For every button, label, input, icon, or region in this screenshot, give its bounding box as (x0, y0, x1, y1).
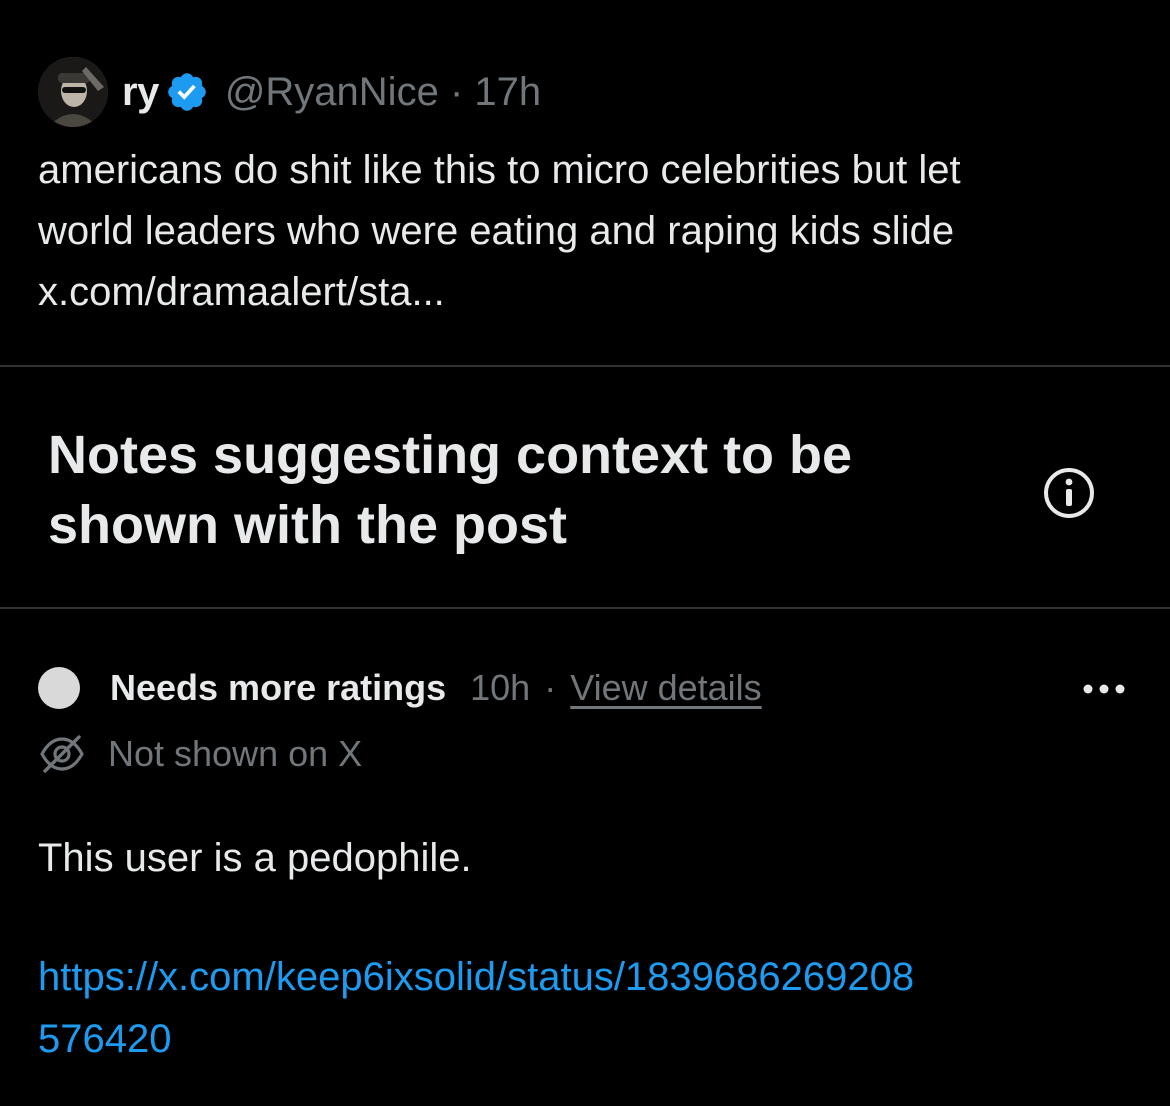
handle[interactable]: @RyanNice (225, 70, 439, 114)
post-time[interactable]: 17h (474, 70, 541, 114)
view-details-link[interactable]: View details (570, 667, 761, 709)
notes-title-line: shown with the post (48, 495, 567, 555)
post[interactable]: ry @RyanNice · 17h americans do shit lik… (0, 0, 1170, 366)
note-source-link[interactable]: https://x.com/keep6ixsolid/status/183968… (38, 946, 1138, 1070)
not-shown-row: Not shown on X (38, 726, 362, 782)
note-link-line[interactable]: 576420 (38, 1008, 1138, 1070)
status-dot-icon (38, 667, 80, 709)
divider (0, 365, 1170, 367)
note-text: This user is a pedophile. (38, 836, 472, 880)
avatar[interactable] (38, 57, 108, 127)
note-status-row: Needs more ratings 10h · View details (38, 660, 1138, 716)
notes-section-title: Notes suggesting context to be shown wit… (48, 420, 1008, 560)
post-text: americans do shit like this to micro cel… (38, 140, 1148, 323)
note-time: 10h (470, 667, 531, 708)
verified-badge-icon[interactable] (165, 70, 209, 114)
post-text-line: world leaders who were eating and raping… (38, 209, 955, 253)
display-name[interactable]: ry (122, 70, 159, 115)
note-status: Needs more ratings (110, 667, 447, 708)
post-header: ry @RyanNice · 17h (38, 57, 541, 127)
avatar-image (38, 57, 108, 127)
post-meta: @RyanNice · 17h (225, 70, 541, 115)
post-link[interactable]: x.com/dramaalert/sta... (38, 262, 1148, 323)
meta-separator: · (449, 69, 464, 114)
post-text-line: americans do shit like this to micro cel… (38, 148, 961, 192)
not-shown-label: Not shown on X (108, 733, 363, 774)
notes-title-line: Notes suggesting context to be (48, 425, 853, 485)
note-link-line[interactable]: https://x.com/keep6ixsolid/status/183968… (38, 946, 1138, 1008)
meta-separator: · (544, 667, 557, 708)
divider (0, 607, 1170, 609)
more-options-icon[interactable] (1077, 674, 1131, 704)
info-icon[interactable] (1041, 465, 1097, 521)
eye-off-icon (38, 730, 86, 778)
